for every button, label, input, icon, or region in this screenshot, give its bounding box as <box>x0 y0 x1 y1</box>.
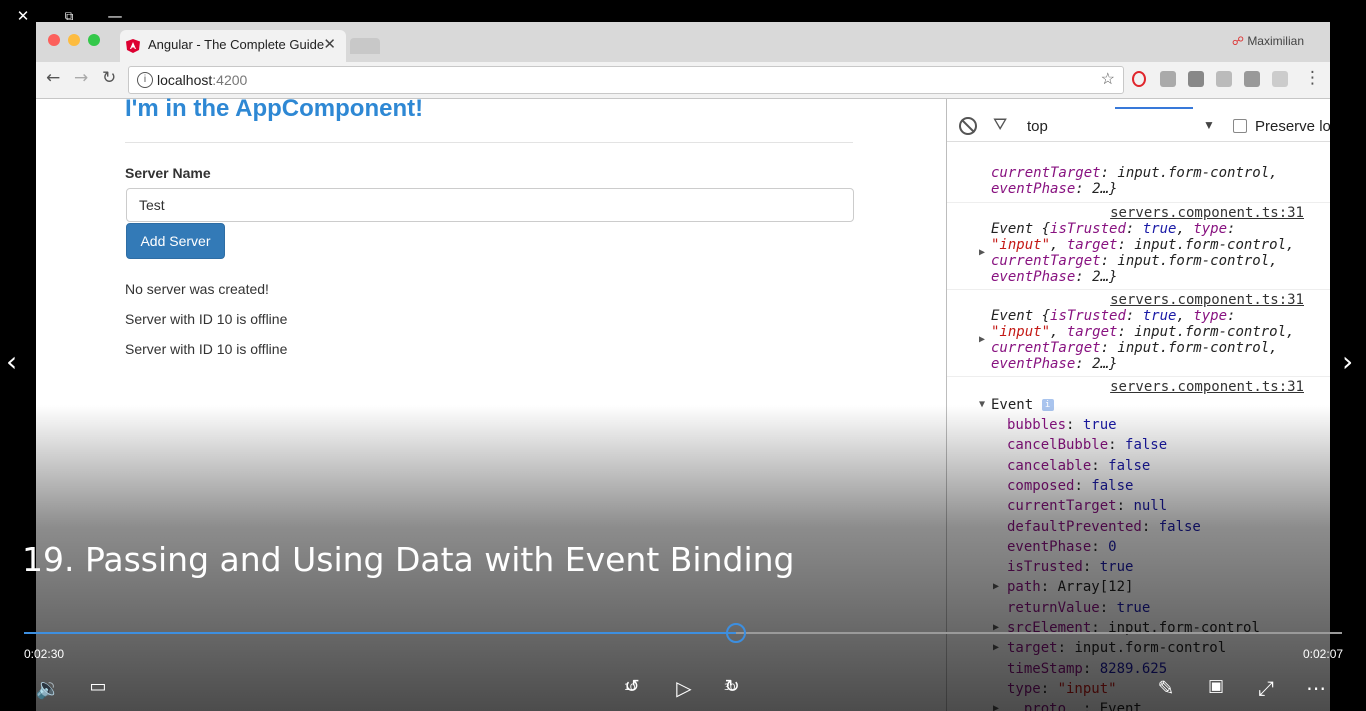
url-text: localhost:4200 <box>157 72 248 88</box>
close-icon[interactable]: ✕ <box>12 6 34 26</box>
more-options-icon[interactable]: ⋯ <box>1300 676 1332 700</box>
log-line: currentTarget: input.form-control, <box>991 340 1278 356</box>
tab-title: Angular - The Complete Guide <box>148 37 325 52</box>
seek-handle[interactable] <box>725 623 746 643</box>
mac-zoom-button[interactable] <box>88 34 100 46</box>
reload-icon[interactable]: ↻ <box>102 68 116 88</box>
log-separator <box>947 289 1330 290</box>
log-separator <box>947 376 1330 377</box>
divider <box>125 142 853 143</box>
vue-extension-icon[interactable] <box>1244 71 1260 87</box>
remaining-time: 0:02:07 <box>1303 647 1344 661</box>
address-bar[interactable]: i localhost:4200 ☆ <box>128 66 1124 94</box>
log-separator <box>947 202 1330 203</box>
context-selector[interactable]: top <box>1027 118 1048 135</box>
log-line: currentTarget: input.form-control, <box>991 253 1278 269</box>
browser-tab[interactable]: Angular - The Complete Guide ✕ <box>120 30 346 62</box>
source-link[interactable]: servers.component.ts:31 <box>1110 292 1304 308</box>
angular-logo-icon <box>126 39 140 53</box>
eyedropper-extension-icon[interactable] <box>1160 71 1176 87</box>
chevron-down-icon[interactable]: ▼ <box>1203 118 1215 132</box>
mac-minimize-button[interactable] <box>68 34 80 46</box>
skip-back-button[interactable]: ↺ 10 <box>616 676 648 697</box>
info-icon[interactable]: i <box>137 72 153 88</box>
grid-extension-icon[interactable] <box>1216 71 1232 87</box>
log-line: currentTarget: input.form-control, <box>991 165 1278 181</box>
preserve-log-checkbox[interactable] <box>1233 119 1247 133</box>
server-item: Server with ID 10 is offline <box>125 311 288 327</box>
next-arrow-icon[interactable]: › <box>1342 345 1353 378</box>
opera-extension-icon[interactable] <box>1132 71 1146 87</box>
preserve-log-label: Preserve lo <box>1255 118 1330 135</box>
add-server-button[interactable]: Add Server <box>126 223 225 259</box>
video-title: 19. Passing and Using Data with Event Bi… <box>22 540 795 579</box>
elapsed-time: 0:02:30 <box>24 647 65 661</box>
log-line: Event {isTrusted: true, type: <box>991 308 1236 324</box>
menu-dots-icon[interactable]: ⋮ <box>1304 68 1321 88</box>
mini-view-icon[interactable]: ▣ <box>1200 676 1232 696</box>
seek-bar-progress <box>24 632 736 634</box>
status-text: No server was created! <box>125 281 269 297</box>
pen-icon[interactable]: ✎ <box>1150 676 1182 700</box>
log-line: eventPhase: 2…} <box>991 269 1118 285</box>
source-link[interactable]: servers.component.ts:31 <box>1110 205 1304 221</box>
fullscreen-icon[interactable]: ⤢ <box>1250 676 1282 700</box>
captions-icon[interactable]: ▭ <box>82 676 114 697</box>
browser-toolbar: ← → ↻ i localhost:4200 ☆ ⋮ <box>36 62 1330 99</box>
profile-label: Maximilian <box>1247 34 1304 48</box>
log-line: "input", target: input.form-control, <box>991 324 1295 340</box>
source-link[interactable]: servers.component.ts:31 <box>1110 379 1304 395</box>
filter-icon[interactable]: ⛛ <box>993 115 1007 135</box>
server-name-label: Server Name <box>125 165 211 181</box>
skip-forward-button[interactable]: ↻ 30 <box>716 676 748 697</box>
log-line: Event {isTrusted: true, type: <box>991 221 1236 237</box>
expand-triangle-icon[interactable]: ▶ <box>979 334 985 345</box>
page-title: I'm in the AppComponent! <box>125 95 424 122</box>
log-line: eventPhase: 2…} <box>991 356 1118 372</box>
server-item: Server with ID 10 is offline <box>125 341 288 357</box>
cast-extension-icon[interactable] <box>1272 71 1288 87</box>
play-icon[interactable]: ▷ <box>668 676 700 700</box>
previous-arrow-icon[interactable]: ‹ <box>6 345 17 378</box>
bookmark-star-icon[interactable]: ☆ <box>1101 69 1115 89</box>
server-name-input[interactable]: Test <box>126 188 854 222</box>
log-line: "input", target: input.form-control, <box>991 237 1295 253</box>
console-filter-bar: ⛛ top ▼ Preserve lo <box>947 111 1330 142</box>
clear-console-icon[interactable] <box>959 117 977 135</box>
profile-name[interactable]: ☍ Maximilian <box>1232 34 1304 48</box>
forward-icon[interactable]: → <box>74 68 88 88</box>
tab-close-icon[interactable]: ✕ <box>323 35 336 53</box>
devtools-active-tab-indicator <box>1115 107 1193 109</box>
back-icon[interactable]: ← <box>46 68 60 88</box>
log-line: eventPhase: 2…} <box>991 181 1118 197</box>
volume-icon[interactable]: 🔉 <box>32 676 64 700</box>
new-tab-button[interactable] <box>350 38 380 54</box>
jb-extension-icon[interactable] <box>1188 71 1204 87</box>
mac-close-button[interactable] <box>48 34 60 46</box>
profile-icon: ☍ <box>1231 34 1248 48</box>
browser-tabstrip: Angular - The Complete Guide ✕ ☍ Maximil… <box>36 22 1330 62</box>
expand-triangle-icon[interactable]: ▶ <box>979 247 985 258</box>
